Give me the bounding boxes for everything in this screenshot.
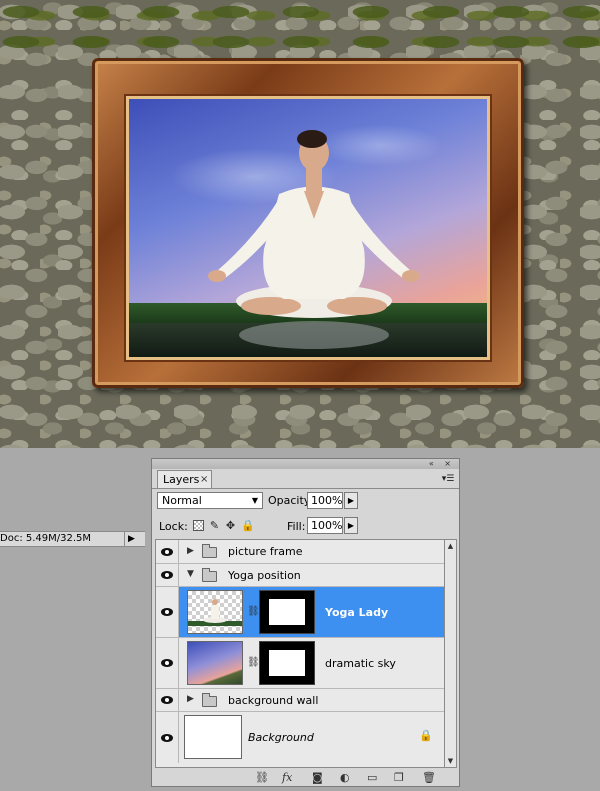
visibility-toggle[interactable] xyxy=(156,689,179,711)
blend-mode-value: Normal xyxy=(162,494,202,507)
eye-icon xyxy=(161,608,173,616)
yoga-lady-thumbnail-icon[interactable] xyxy=(187,590,243,634)
layer-name: Yoga position xyxy=(228,569,301,582)
layer-name: picture frame xyxy=(228,545,303,558)
layer-row-yoga-position[interactable]: ▼ Yoga position xyxy=(156,564,444,587)
lock-icon: 🔒 xyxy=(419,729,433,742)
sky-thumbnail-icon[interactable] xyxy=(187,641,243,685)
tab-divider xyxy=(152,488,459,489)
chevron-down-icon: ▼ xyxy=(251,496,258,505)
eye-icon xyxy=(161,733,173,742)
scroll-down-icon[interactable]: ▼ xyxy=(445,757,456,765)
yoga-lady-image xyxy=(208,130,420,349)
picture-frame xyxy=(92,58,524,388)
close-tab-icon[interactable]: × xyxy=(200,471,208,488)
panel-title-bar[interactable]: « × xyxy=(152,459,459,469)
add-mask-icon[interactable]: ◙ xyxy=(312,770,323,786)
visibility-toggle[interactable] xyxy=(156,638,179,688)
folder-icon xyxy=(202,544,217,558)
panel-collapse-close-icon[interactable]: « × xyxy=(429,459,455,468)
panel-menu-icon[interactable]: ▾☰ xyxy=(441,473,455,485)
document-size-readout: Doc: 5.49M/32.5M xyxy=(0,533,92,544)
framed-photo xyxy=(126,96,490,360)
expand-arrow-icon[interactable]: ▶ xyxy=(187,694,194,704)
layer-name: Background xyxy=(248,731,314,744)
layer-row-yoga-lady[interactable]: ⛓ Yoga Lady xyxy=(156,587,444,638)
lock-label: Lock: xyxy=(159,520,188,533)
tab-layers[interactable]: Layers × xyxy=(157,470,212,488)
eye-icon xyxy=(161,571,173,579)
blend-mode-select[interactable]: Normal ▼ xyxy=(157,492,263,509)
folder-icon xyxy=(202,693,217,707)
eye-icon xyxy=(161,547,173,556)
opacity-slider-arrow-icon[interactable]: ▶ xyxy=(344,492,358,509)
lock-image-pixels-brush-icon[interactable]: ✎ xyxy=(209,520,220,531)
expand-arrow-icon[interactable]: ▶ xyxy=(187,546,194,556)
layers-scrollbar[interactable]: ▲ ▼ xyxy=(445,539,457,768)
status-menu-arrow-icon[interactable]: ▶ xyxy=(124,532,138,546)
new-group-icon[interactable]: ▭ xyxy=(367,770,377,786)
eye-icon xyxy=(161,659,173,667)
layer-name: Yoga Lady xyxy=(325,606,389,619)
opacity-input[interactable]: 100% xyxy=(307,492,343,509)
layer-mask-thumbnail[interactable] xyxy=(259,641,315,685)
moss-texture xyxy=(0,0,600,60)
layer-name: dramatic sky xyxy=(325,657,396,670)
layer-mask-thumbnail[interactable] xyxy=(259,590,315,634)
folder-icon xyxy=(202,568,217,582)
visibility-toggle[interactable] xyxy=(156,564,179,586)
status-bar: Doc: 5.49M/32.5M ▶ xyxy=(0,531,145,547)
adjustment-layer-icon[interactable]: ◐ xyxy=(340,770,350,786)
fill-slider-arrow-icon[interactable]: ▶ xyxy=(344,517,358,534)
layer-row-background-wall[interactable]: ▶ background wall xyxy=(156,689,444,712)
layer-row-picture-frame[interactable]: ▶ picture frame xyxy=(156,540,444,564)
eye-icon xyxy=(161,696,173,704)
lock-all-icon[interactable]: 🔒 xyxy=(241,520,255,531)
visibility-toggle[interactable] xyxy=(156,712,179,763)
tab-layers-label: Layers xyxy=(163,473,200,486)
layers-bottom-toolbar: ⛓ fx ◙ ◐ ▭ ❐ 🗑 xyxy=(152,770,459,786)
lock-transparent-pixels-icon[interactable] xyxy=(193,520,204,531)
lock-position-move-icon[interactable]: ✥ xyxy=(225,520,236,531)
collapse-arrow-icon[interactable]: ▼ xyxy=(187,569,194,579)
new-layer-icon[interactable]: ❐ xyxy=(394,770,404,786)
link-chain-icon[interactable]: ⛓ xyxy=(247,604,260,620)
layers-list: ▶ picture frame ▼ Yoga position ⛓ Yoga L… xyxy=(155,539,445,768)
layer-name: background wall xyxy=(228,694,319,707)
document-canvas[interactable] xyxy=(0,0,600,448)
yoga-lady-thumbnail-art xyxy=(188,599,242,626)
link-chain-icon[interactable]: ⛓ xyxy=(247,655,260,671)
layer-row-background[interactable]: Background 🔒 xyxy=(156,712,444,763)
trash-icon[interactable]: 🗑 xyxy=(422,770,436,786)
fx-icon[interactable]: fx xyxy=(282,770,292,786)
visibility-toggle[interactable] xyxy=(156,540,179,563)
link-layers-icon[interactable]: ⛓ xyxy=(255,770,269,786)
fill-label: Fill: xyxy=(287,520,306,533)
layers-panel: « × Layers × ▾☰ Normal ▼ Opacity: 100% ▶… xyxy=(151,458,460,787)
fill-input[interactable]: 100% xyxy=(307,517,343,534)
background-thumbnail-icon[interactable] xyxy=(184,715,242,759)
visibility-toggle[interactable] xyxy=(156,587,179,637)
scroll-up-icon[interactable]: ▲ xyxy=(445,542,456,550)
layer-row-dramatic-sky[interactable]: ⛓ dramatic sky xyxy=(156,638,444,689)
